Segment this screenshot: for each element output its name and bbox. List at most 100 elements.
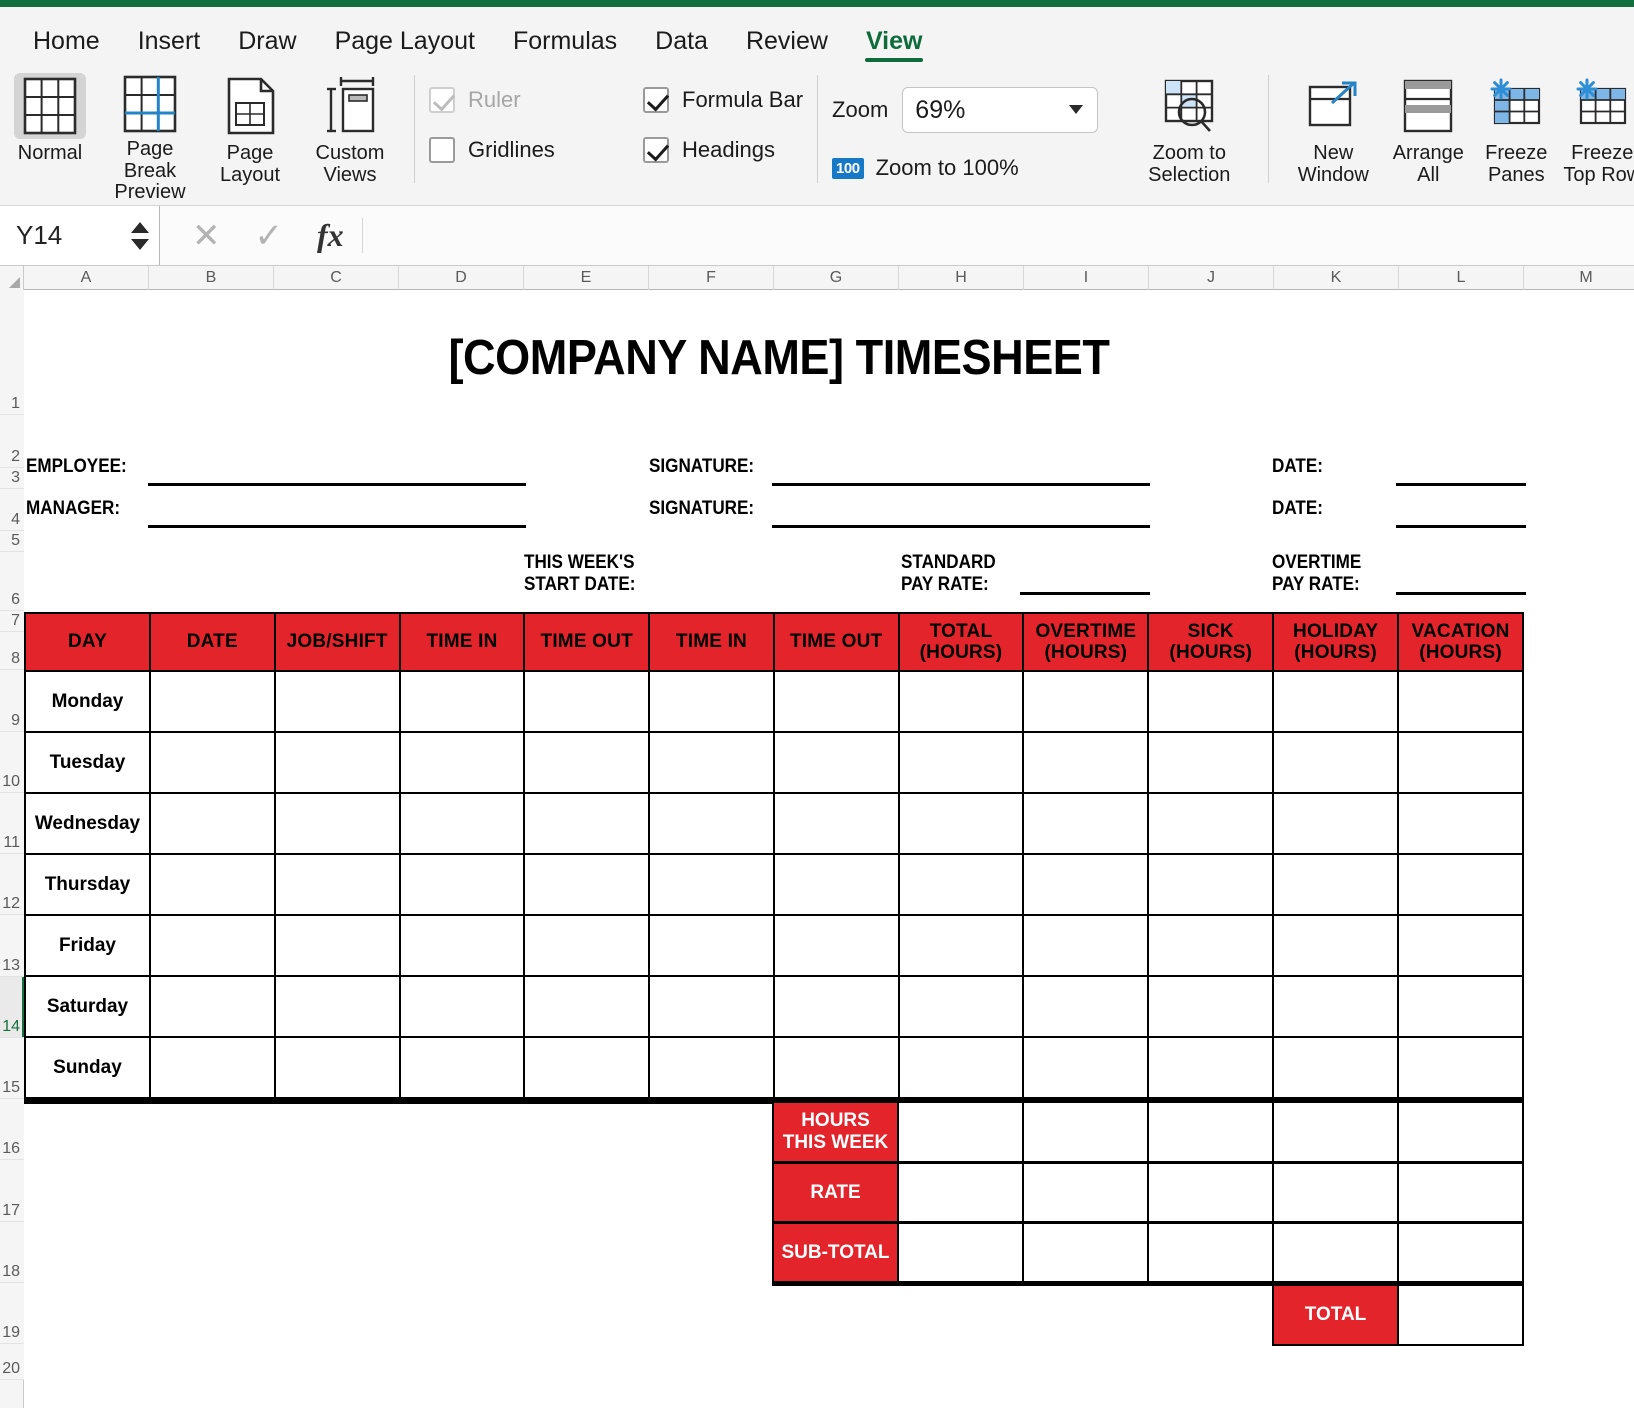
tab-review[interactable]: Review <box>727 29 847 65</box>
cell-vacation[interactable] <box>1398 671 1523 732</box>
cell-total[interactable] <box>899 671 1024 732</box>
cell-ot[interactable] <box>1023 732 1148 793</box>
cell-sick[interactable] <box>1148 732 1273 793</box>
cell-date[interactable] <box>150 976 275 1037</box>
row-header-17[interactable]: 17 <box>0 1160 24 1222</box>
name-box[interactable]: Y14 <box>0 206 160 265</box>
row-header-2[interactable]: 2 <box>0 415 24 468</box>
cell-out1[interactable] <box>524 854 649 915</box>
cell-in1[interactable] <box>400 793 525 854</box>
row-header-12[interactable]: 12 <box>0 854 24 915</box>
cell-in1[interactable] <box>400 854 525 915</box>
row-header-13[interactable]: 13 <box>0 915 24 977</box>
cell-total[interactable] <box>899 976 1024 1037</box>
cell-out2[interactable] <box>774 976 899 1037</box>
cell-holiday[interactable] <box>1273 976 1398 1037</box>
cell-in2[interactable] <box>649 976 774 1037</box>
insert-function-icon[interactable]: fx <box>317 217 344 254</box>
cell-subtotal-overtime[interactable] <box>1022 1222 1149 1284</box>
cell-hours-sick[interactable] <box>1147 1101 1274 1163</box>
overtime-pay-line[interactable] <box>1396 592 1526 595</box>
cell-in1[interactable] <box>400 976 525 1037</box>
manager-date-line[interactable] <box>1396 525 1526 528</box>
column-header-A[interactable]: A <box>24 266 149 290</box>
column-header-E[interactable]: E <box>524 266 649 290</box>
cell-sick[interactable] <box>1148 976 1273 1037</box>
row-header-8[interactable]: 8 <box>0 632 24 670</box>
cell-date[interactable] <box>150 915 275 976</box>
cell-job[interactable] <box>275 1037 400 1098</box>
cell-holiday[interactable] <box>1273 1037 1398 1098</box>
cell-sick[interactable] <box>1148 793 1273 854</box>
cell-grand-total[interactable] <box>1397 1284 1524 1346</box>
row-header-20[interactable]: 20 <box>0 1344 24 1380</box>
cell-rate-total[interactable] <box>897 1162 1024 1223</box>
tab-formulas[interactable]: Formulas <box>494 29 636 65</box>
cell-total[interactable] <box>899 1037 1024 1098</box>
select-all-corner[interactable] <box>0 266 24 290</box>
cell-ot[interactable] <box>1023 793 1148 854</box>
cell-rate-sick[interactable] <box>1147 1162 1274 1223</box>
cell-out2[interactable] <box>774 915 899 976</box>
cell-hours-total[interactable] <box>897 1101 1024 1163</box>
column-header-C[interactable]: C <box>274 266 399 290</box>
name-box-spinner[interactable] <box>131 222 149 250</box>
tab-draw[interactable]: Draw <box>219 29 315 65</box>
cell-in1[interactable] <box>400 915 525 976</box>
cell-in1[interactable] <box>400 671 525 732</box>
cell-holiday[interactable] <box>1273 793 1398 854</box>
cell-sick[interactable] <box>1148 915 1273 976</box>
gridlines-checkbox[interactable]: Gridlines <box>429 137 597 163</box>
cell-vacation[interactable] <box>1398 732 1523 793</box>
cell-in2[interactable] <box>649 671 774 732</box>
headings-checkbox[interactable]: Headings <box>643 137 775 163</box>
cell-out1[interactable] <box>524 732 649 793</box>
cell-vacation[interactable] <box>1398 915 1523 976</box>
cell-date[interactable] <box>150 793 275 854</box>
cell-holiday[interactable] <box>1273 671 1398 732</box>
cell-vacation[interactable] <box>1398 976 1523 1037</box>
cell-holiday[interactable] <box>1273 915 1398 976</box>
cell-date[interactable] <box>150 1037 275 1098</box>
cell-job[interactable] <box>275 854 400 915</box>
cancel-icon[interactable]: ✕ <box>192 219 221 253</box>
cell-ot[interactable] <box>1023 976 1148 1037</box>
cell-in1[interactable] <box>400 732 525 793</box>
cell-out2[interactable] <box>774 793 899 854</box>
cell-subtotal-vacation[interactable] <box>1397 1222 1524 1284</box>
cell-job[interactable] <box>275 793 400 854</box>
column-header-J[interactable]: J <box>1149 266 1274 290</box>
cell-hours-overtime[interactable] <box>1022 1101 1149 1163</box>
cell-sick[interactable] <box>1148 1037 1273 1098</box>
formula-input[interactable] <box>363 206 1634 265</box>
cell-out2[interactable] <box>774 1037 899 1098</box>
cell-rate-holiday[interactable] <box>1272 1162 1399 1223</box>
cell-date[interactable] <box>150 732 275 793</box>
zoom-select[interactable]: 69% <box>902 87 1098 133</box>
cell-total[interactable] <box>899 793 1024 854</box>
cell-job[interactable] <box>275 671 400 732</box>
cell-in2[interactable] <box>649 1037 774 1098</box>
cell-subtotal-total[interactable] <box>897 1222 1024 1284</box>
normal-view-button[interactable]: Normal <box>0 65 100 195</box>
cell-sick[interactable] <box>1148 671 1273 732</box>
cell-in2[interactable] <box>649 793 774 854</box>
confirm-icon[interactable]: ✓ <box>255 219 284 253</box>
employee-date-line[interactable] <box>1396 483 1526 486</box>
row-header-10[interactable]: 10 <box>0 732 24 793</box>
row-header-19[interactable]: 19 <box>0 1283 24 1344</box>
row-header-9[interactable]: 9 <box>0 670 24 732</box>
row-header-3[interactable]: 3 <box>0 468 24 489</box>
cell-holiday[interactable] <box>1273 732 1398 793</box>
cell-in2[interactable] <box>649 732 774 793</box>
row-header-11[interactable]: 11 <box>0 793 24 854</box>
manager-signature-line[interactable] <box>772 525 1150 528</box>
cell-out1[interactable] <box>524 671 649 732</box>
cell-ot[interactable] <box>1023 671 1148 732</box>
arrange-all-button[interactable]: Arrange All <box>1383 65 1473 195</box>
cell-subtotal-holiday[interactable] <box>1272 1222 1399 1284</box>
cell-total[interactable] <box>899 854 1024 915</box>
tab-insert[interactable]: Insert <box>119 29 220 65</box>
page-break-preview-button[interactable]: Page Break Preview <box>100 65 200 195</box>
standard-pay-line[interactable] <box>1020 592 1150 595</box>
